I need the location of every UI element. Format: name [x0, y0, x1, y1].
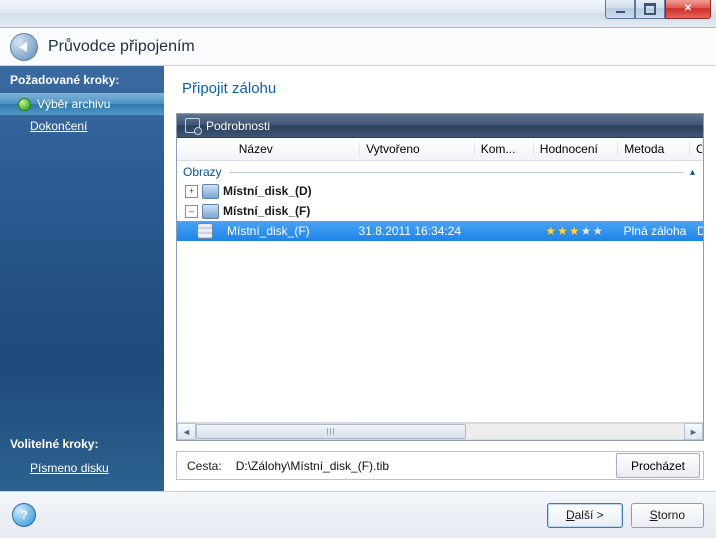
col-comment[interactable]: Kom... [475, 142, 534, 156]
header: Průvodce připojením [0, 28, 716, 66]
cell-created: 31.8.2011 16:34:24 [353, 224, 471, 238]
sidebar-item-select-archive[interactable]: Výběr archivu [0, 93, 164, 115]
path-label: Cesta: [177, 459, 232, 473]
optional-steps-title: Volitelné kroky: [0, 430, 164, 457]
collapse-icon[interactable]: ▴ [690, 167, 695, 178]
star-icon: ★ [557, 224, 568, 238]
star-icon: ★ [581, 224, 592, 238]
expand-toggle[interactable]: – [185, 205, 198, 218]
window-controls: ✕ [605, 0, 711, 19]
star-icon: ★ [569, 224, 580, 238]
browse-button[interactable]: Procházet [616, 453, 700, 478]
footer: ? Další > Storno [0, 491, 716, 538]
backup-row-selected[interactable]: Místní_disk_(F) 31.8.2011 16:34:24 ★ ★ ★… [177, 221, 703, 241]
row-indent [177, 223, 221, 239]
sidebar-item-drive-letter[interactable]: Písmeno disku [0, 457, 164, 479]
sidebar-item-finish[interactable]: Dokončení [0, 115, 164, 137]
details-title: Podrobnosti [206, 119, 270, 133]
next-label: alší > [575, 508, 604, 522]
sidebar-item-label: Písmeno disku [30, 461, 109, 475]
required-steps-title: Požadované kroky: [0, 66, 164, 93]
backup-icon [197, 223, 213, 239]
group-line [230, 172, 684, 173]
cancel-button[interactable]: Storno [631, 503, 704, 528]
sidebar: Požadované kroky: Výběr archivu Dokončen… [0, 66, 164, 491]
disk-icon [202, 204, 219, 219]
group-label: Obrazy [183, 165, 222, 179]
archive-grid: Název Vytvořeno Kom... Hodnocení Metoda … [177, 138, 703, 440]
sidebar-item-label: Výběr archivu [37, 97, 110, 111]
details-icon [185, 118, 200, 133]
help-button[interactable]: ? [12, 503, 36, 527]
horizontal-scrollbar[interactable]: ◄ ► [177, 422, 703, 440]
scroll-left-button[interactable]: ◄ [177, 423, 196, 440]
body: Požadované kroky: Výběr archivu Dokončen… [0, 66, 716, 491]
page-title: Připojit zálohu [164, 66, 716, 105]
path-row: Cesta: Procházet [176, 451, 704, 480]
grid-body: Obrazy ▴ + Místní_disk_(D) – Mí [177, 161, 703, 422]
group-header-images[interactable]: Obrazy ▴ [177, 161, 703, 181]
access-key: D [566, 508, 575, 522]
col-created[interactable]: Vytvořeno [360, 142, 475, 156]
cell-rating[interactable]: ★ ★ ★ ★ ★ [531, 224, 618, 238]
scroll-right-button[interactable]: ► [684, 423, 703, 440]
back-button[interactable] [10, 33, 38, 61]
browse-label: Procházet [631, 459, 685, 473]
col-path[interactable]: Cesta [690, 142, 703, 156]
disk-icon [202, 184, 219, 199]
column-headers: Název Vytvořeno Kom... Hodnocení Metoda … [177, 138, 703, 161]
close-button[interactable]: ✕ [665, 0, 711, 19]
col-name[interactable]: Název [233, 142, 360, 156]
details-panel: Podrobnosti Název Vytvořeno Kom... Hodno… [176, 113, 704, 441]
details-header: Podrobnosti [177, 114, 703, 138]
minimize-button[interactable] [605, 0, 635, 19]
main-panel: Připojit zálohu Podrobnosti Název Vytvoř… [164, 66, 716, 491]
cell-method: Plná záloha [618, 224, 691, 238]
sidebar-item-label: Dokončení [30, 119, 87, 133]
expand-toggle[interactable]: + [185, 185, 198, 198]
tree-node-label: Místní_disk_(D) [223, 184, 312, 198]
scroll-track[interactable] [196, 423, 684, 440]
scroll-thumb[interactable] [196, 424, 466, 439]
cell-name: Místní_disk_(F) [221, 224, 353, 238]
tree-node-label: Místní_disk_(F) [223, 204, 310, 218]
path-input[interactable] [232, 455, 610, 477]
star-icon: ★ [545, 224, 556, 238]
wizard-window: ✕ Průvodce připojením Požadované kroky: … [0, 0, 716, 538]
col-method[interactable]: Metoda [618, 142, 690, 156]
tree-node-disk-d[interactable]: + Místní_disk_(D) [177, 181, 703, 201]
step-bullet-icon [18, 98, 31, 111]
next-button[interactable]: Další > [547, 503, 623, 528]
titlebar: ✕ [0, 0, 716, 28]
star-icon: ★ [592, 224, 603, 238]
wizard-title: Průvodce připojením [48, 38, 195, 56]
tree-node-disk-f[interactable]: – Místní_disk_(F) [177, 201, 703, 221]
access-key: S [650, 508, 658, 522]
cancel-label: torno [658, 508, 685, 522]
cell-path: D:\Zálo [691, 224, 703, 238]
col-rating[interactable]: Hodnocení [534, 142, 618, 156]
maximize-button[interactable] [635, 0, 665, 19]
